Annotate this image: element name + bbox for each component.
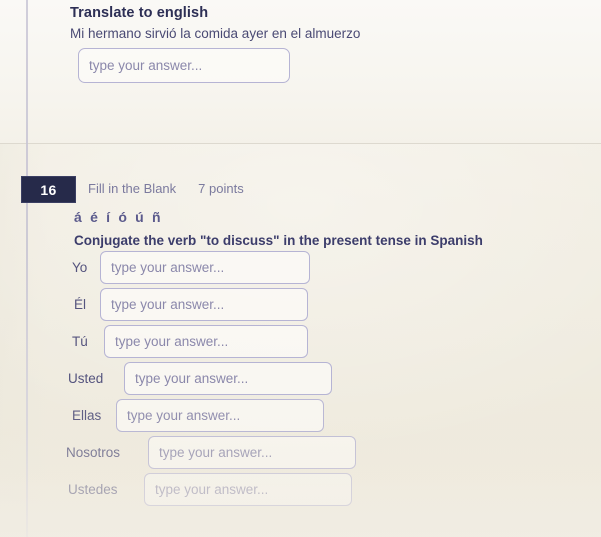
- conjugation-row: Nosotros: [60, 435, 530, 470]
- conjugation-row: Usted: [60, 361, 530, 396]
- conjugation-answer-input[interactable]: [100, 251, 310, 284]
- conjugation-row: Tú: [60, 324, 530, 359]
- accent-character-helper[interactable]: á é í ó ú ñ: [74, 209, 163, 225]
- pronoun-label: Ustedes: [68, 482, 118, 497]
- conjugation-row: Él: [60, 287, 530, 322]
- conjugation-answer-input[interactable]: [124, 362, 332, 395]
- question-points-label: 7 points: [198, 181, 244, 196]
- left-rail-line: [26, 0, 28, 537]
- conjugation-answer-input[interactable]: [144, 473, 352, 506]
- conjugation-row: Ustedes: [60, 472, 530, 507]
- pronoun-label: Nosotros: [66, 445, 121, 460]
- conjugation-answer-input[interactable]: [148, 436, 356, 469]
- previous-question-title: Translate to english: [70, 5, 209, 21]
- pronoun-label: Yo: [72, 260, 88, 275]
- previous-question-block: Translate to english Mi hermano sirvió l…: [70, 4, 540, 43]
- previous-question-prompt: Mi hermano sirvió la comida ayer en el a…: [70, 26, 361, 41]
- pronoun-label: Usted: [68, 371, 104, 386]
- pronoun-label: Él: [74, 297, 87, 312]
- pronoun-label: Tú: [72, 334, 88, 349]
- conjugation-row: Yo: [60, 250, 530, 285]
- question-number-text: 16: [40, 181, 57, 198]
- conjugation-row: Ellas: [60, 398, 530, 433]
- question-meta: Fill in the Blank 7 points: [88, 181, 244, 196]
- conjugation-answer-input[interactable]: [116, 399, 324, 432]
- question-number-badge: 16: [21, 176, 76, 203]
- conjugation-answer-input[interactable]: [100, 288, 308, 321]
- section-divider: [0, 143, 601, 144]
- pronoun-label: Ellas: [72, 408, 102, 423]
- question-instruction-text: Conjugate the verb "to discuss" in the p…: [74, 233, 483, 248]
- conjugation-row-list: Yo Él Tú Usted Ellas Nosotros Ustedes: [60, 250, 530, 509]
- conjugation-answer-input[interactable]: [104, 325, 308, 358]
- previous-question-answer-input[interactable]: [78, 48, 290, 83]
- question-type-label: Fill in the Blank: [88, 181, 177, 196]
